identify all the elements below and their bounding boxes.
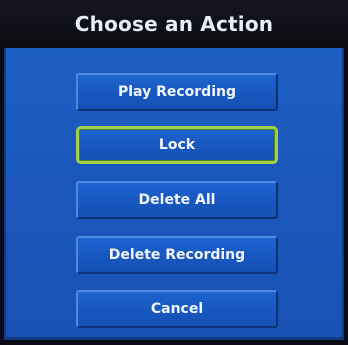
cancel-button[interactable]: Cancel <box>76 290 278 328</box>
play-recording-label: Play Recording <box>118 84 236 100</box>
play-recording-button[interactable]: Play Recording <box>76 73 278 111</box>
lock-label: Lock <box>158 137 196 153</box>
delete-recording-label: Delete Recording <box>108 247 246 263</box>
dialog-title: Choose an Action <box>74 12 274 36</box>
dialog-titlebar: Choose an Action <box>0 0 348 48</box>
action-dialog: Choose an Action Play Recording Lock Del… <box>0 0 348 345</box>
delete-all-button[interactable]: Delete All <box>76 181 278 219</box>
lock-button[interactable]: Lock <box>76 126 278 164</box>
cancel-label: Cancel <box>150 301 204 317</box>
delete-all-label: Delete All <box>138 192 216 208</box>
delete-recording-button[interactable]: Delete Recording <box>76 236 278 274</box>
